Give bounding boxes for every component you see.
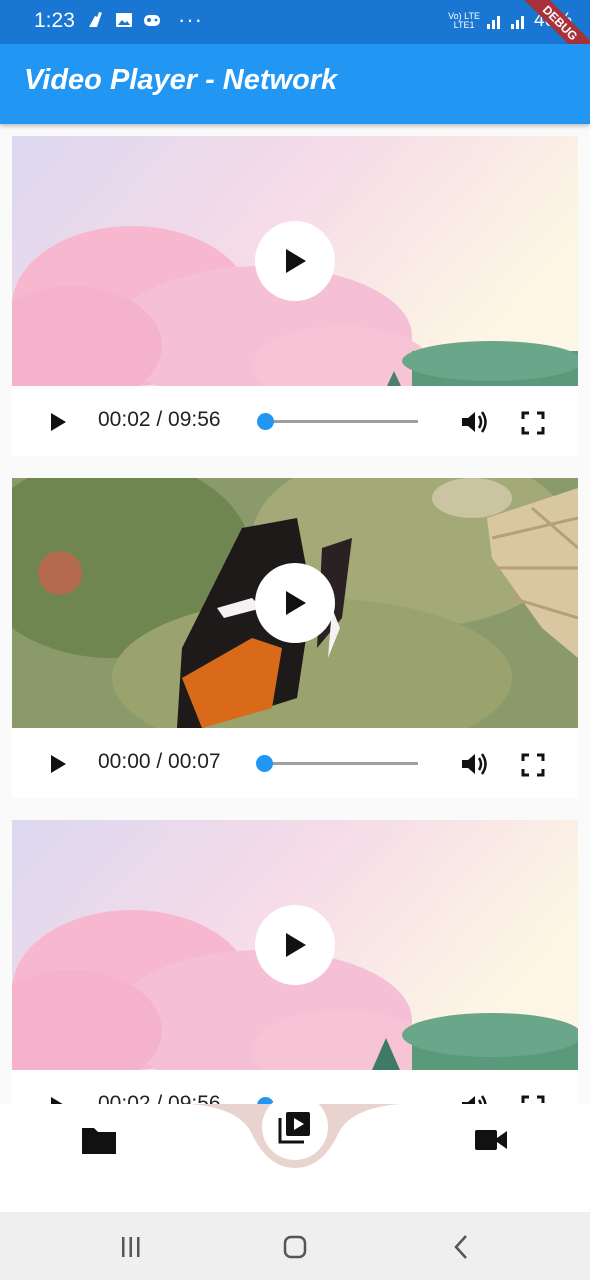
play-overlay-button[interactable] xyxy=(255,563,335,643)
nav-videocam-button[interactable] xyxy=(470,1122,512,1158)
time-display: 00:02 / 09:56 xyxy=(98,1092,221,1104)
video-controls: 00:00 / 00:07 xyxy=(12,728,578,798)
volume-icon[interactable] xyxy=(460,1092,490,1104)
signal-icon-2 xyxy=(510,16,524,29)
status-time: 1:23 xyxy=(34,9,75,32)
signal-icon xyxy=(486,16,500,29)
play-button[interactable] xyxy=(46,410,70,434)
progress-slider[interactable] xyxy=(256,755,418,772)
play-icon xyxy=(286,249,306,273)
progress-knob[interactable] xyxy=(256,413,274,430)
nav-folder-button[interactable] xyxy=(78,1122,120,1158)
play-icon xyxy=(286,933,306,957)
fullscreen-icon[interactable] xyxy=(520,410,546,436)
cleaner-icon xyxy=(89,11,102,27)
image-icon xyxy=(116,13,132,27)
network-type: Vo) LTE LTE1 xyxy=(448,11,480,30)
video-thumbnail[interactable] xyxy=(12,136,578,386)
video-card: 00:02 / 09:56 xyxy=(12,820,578,1104)
notification-icons: ··· xyxy=(86,7,203,32)
video-card: 00:02 / 09:56 xyxy=(12,136,578,456)
video-controls: 00:02 / 09:56 xyxy=(12,386,578,456)
volume-icon[interactable] xyxy=(460,750,490,778)
system-navigation-bar xyxy=(0,1212,590,1280)
status-bar: 1:23 ··· Vo) LTE LTE1 46% DEBUG xyxy=(0,0,590,72)
time-display: 00:00 / 00:07 xyxy=(98,750,221,773)
play-button[interactable] xyxy=(46,1094,70,1104)
page-title: Video Player - Network xyxy=(24,64,338,96)
folder-icon xyxy=(82,1128,116,1154)
video-list[interactable]: 00:02 / 09:56 00:00 / 00:07 00:02 / 09:5… xyxy=(0,124,590,1104)
video-library-icon xyxy=(278,1112,310,1144)
play-button[interactable] xyxy=(46,752,70,776)
progress-knob[interactable] xyxy=(256,755,273,772)
home-icon[interactable] xyxy=(281,1232,311,1262)
game-icon xyxy=(144,15,160,26)
video-thumbnail[interactable] xyxy=(12,478,578,728)
nav-video-library-button[interactable] xyxy=(262,1094,328,1160)
time-display: 00:02 / 09:56 xyxy=(98,408,221,431)
fullscreen-icon[interactable] xyxy=(520,1094,546,1104)
play-icon xyxy=(286,591,306,615)
bottom-navigation xyxy=(0,1094,590,1212)
videocam-icon xyxy=(475,1130,507,1150)
video-thumbnail[interactable] xyxy=(12,820,578,1070)
fullscreen-icon[interactable] xyxy=(520,752,546,778)
play-overlay-button[interactable] xyxy=(255,221,335,301)
more-notifications: ··· xyxy=(178,7,203,32)
recent-apps-icon[interactable] xyxy=(116,1232,146,1262)
volume-icon[interactable] xyxy=(460,408,490,436)
back-icon[interactable] xyxy=(448,1232,478,1262)
progress-slider[interactable] xyxy=(256,413,418,430)
play-overlay-button[interactable] xyxy=(255,905,335,985)
video-card: 00:00 / 00:07 xyxy=(12,478,578,798)
app-bar: Video Player - Network xyxy=(0,44,590,124)
